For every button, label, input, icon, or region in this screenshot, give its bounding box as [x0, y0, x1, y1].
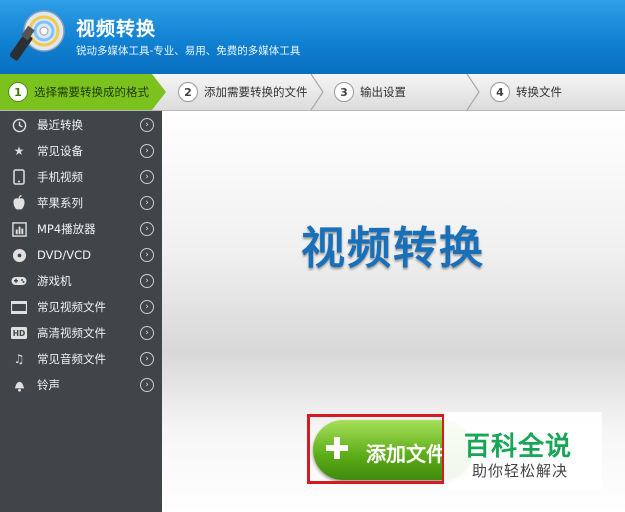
- star-icon: ★: [13, 144, 25, 158]
- sidebar-item-common-video[interactable]: 常见视频文件 ›: [0, 294, 162, 320]
- sidebar-item-label: 手机视频: [37, 170, 83, 184]
- sidebar-item-devices[interactable]: ★ 常见设备 ›: [0, 138, 162, 164]
- step-label: 选择需要转换成的格式: [34, 85, 149, 99]
- sidebar-item-mp4[interactable]: MP4播放器 ›: [0, 216, 162, 242]
- chevron-right-icon: ›: [140, 170, 154, 184]
- music-note-icon: ♫: [13, 352, 25, 366]
- step-label: 添加需要转换的文件: [204, 85, 308, 99]
- app-header: 视频转换 锐动多媒体工具-专业、易用、免费的多媒体工具: [0, 0, 625, 74]
- category-sidebar: 最近转换 › ★ 常见设备 › 手机视频 › 苹果系列 › MP4播放器 › D…: [0, 111, 162, 512]
- sidebar-item-label: 高清视频文件: [37, 326, 106, 340]
- sidebar-item-recent[interactable]: 最近转换 ›: [0, 112, 162, 138]
- chevron-right-icon: ›: [140, 248, 154, 262]
- sidebar-item-label: 常见视频文件: [37, 300, 106, 314]
- sidebar-item-apple[interactable]: 苹果系列 ›: [0, 190, 162, 216]
- sidebar-item-hd-video[interactable]: HD 高清视频文件 ›: [0, 320, 162, 346]
- gamepad-icon: [11, 273, 27, 289]
- sidebar-item-mobile-video[interactable]: 手机视频 ›: [0, 164, 162, 190]
- step-add-files[interactable]: 2 添加需要转换的文件: [178, 74, 318, 110]
- step-arrow-icon: [152, 74, 166, 110]
- chevron-right-icon: ›: [140, 144, 154, 158]
- highlight-frame: [307, 414, 445, 484]
- step-arrow-icon: [466, 74, 480, 110]
- app-title: 视频转换: [76, 18, 157, 40]
- step-select-format[interactable]: 1 选择需要转换成的格式: [0, 74, 152, 110]
- mp4-player-icon: [11, 221, 27, 237]
- sidebar-item-label: 最近转换: [37, 118, 83, 132]
- chevron-right-icon: ›: [140, 300, 154, 314]
- phone-icon: [11, 169, 27, 185]
- step-number: 4: [490, 82, 510, 102]
- chevron-right-icon: ›: [140, 196, 154, 210]
- sidebar-item-label: 常见音频文件: [37, 352, 106, 366]
- hd-icon: HD: [11, 325, 27, 341]
- sidebar-item-label: 苹果系列: [37, 196, 83, 210]
- main-title: 视频转换: [301, 223, 485, 274]
- disc-icon: [11, 247, 27, 263]
- sidebar-item-audio[interactable]: ♫ 常见音频文件 ›: [0, 346, 162, 372]
- step-number: 1: [8, 82, 28, 102]
- app-subtitle: 锐动多媒体工具-专业、易用、免费的多媒体工具: [76, 45, 301, 57]
- app-logo-icon: [10, 10, 65, 61]
- sidebar-item-label: 常见设备: [37, 144, 83, 158]
- step-label: 输出设置: [360, 85, 406, 99]
- step-number: 2: [178, 82, 198, 102]
- sidebar-item-label: 铃声: [37, 378, 60, 392]
- sidebar-item-dvd[interactable]: DVD/VCD ›: [0, 242, 162, 268]
- chevron-right-icon: ›: [140, 118, 154, 132]
- watermark-subtitle: 助你轻松解决: [472, 462, 569, 480]
- step-convert-files[interactable]: 4 转换文件: [490, 74, 610, 110]
- step-label: 转换文件: [516, 85, 562, 99]
- clock-icon: [11, 117, 27, 133]
- sidebar-item-ringtone[interactable]: 铃声 ›: [0, 372, 162, 398]
- sidebar-item-console[interactable]: 游戏机 ›: [0, 268, 162, 294]
- sidebar-item-label: DVD/VCD: [37, 248, 92, 262]
- chevron-right-icon: ›: [140, 222, 154, 236]
- step-arrow-icon: [310, 74, 324, 110]
- sidebar-item-label: 游戏机: [37, 274, 72, 288]
- chevron-right-icon: ›: [140, 274, 154, 288]
- step-number: 3: [334, 82, 354, 102]
- step-output-settings[interactable]: 3 输出设置: [334, 74, 454, 110]
- sidebar-item-label: MP4播放器: [37, 222, 96, 236]
- wizard-steps: 1 选择需要转换成的格式 2 添加需要转换的文件 3 输出设置 4 转换文件: [0, 74, 625, 111]
- film-icon: [11, 299, 27, 315]
- chevron-right-icon: ›: [140, 378, 154, 392]
- chevron-right-icon: ›: [140, 326, 154, 340]
- bell-icon: [11, 377, 27, 393]
- chevron-right-icon: ›: [140, 352, 154, 366]
- watermark-title: 百科全说: [464, 432, 573, 462]
- svg-text:HD: HD: [13, 329, 26, 338]
- apple-icon: [11, 195, 27, 211]
